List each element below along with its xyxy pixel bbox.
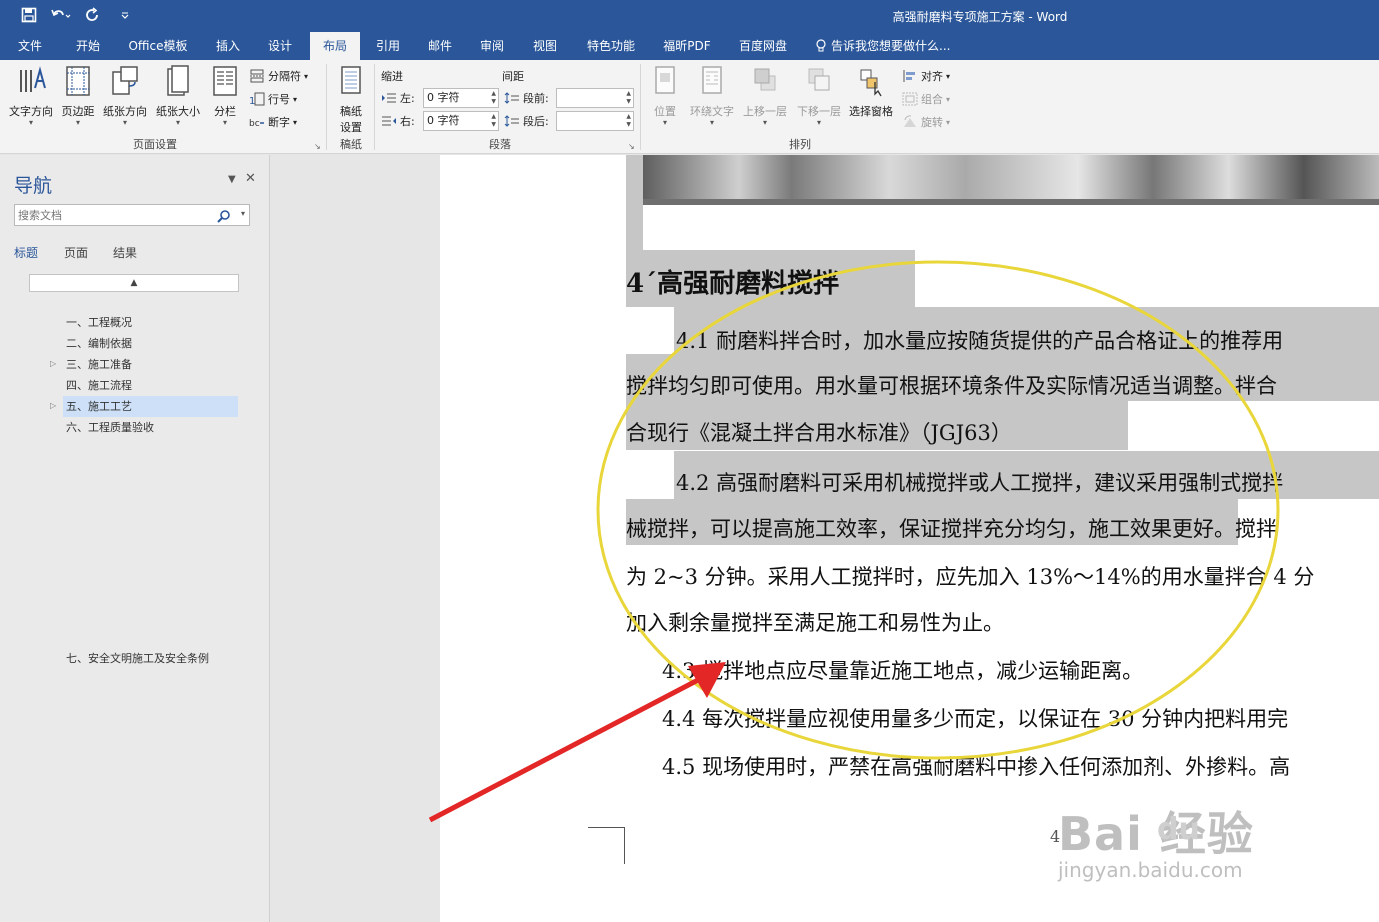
annotation-overlay (428, 260, 1280, 823)
baidu-watermark: Bai 经验 (1058, 798, 1254, 864)
watermark-url: jingyan.baidu.com (1058, 858, 1243, 882)
watermark-du: du (1157, 812, 1200, 847)
annotation-arrow-shaft (428, 677, 700, 823)
watermark-brand: Bai 经验 (1058, 807, 1254, 861)
